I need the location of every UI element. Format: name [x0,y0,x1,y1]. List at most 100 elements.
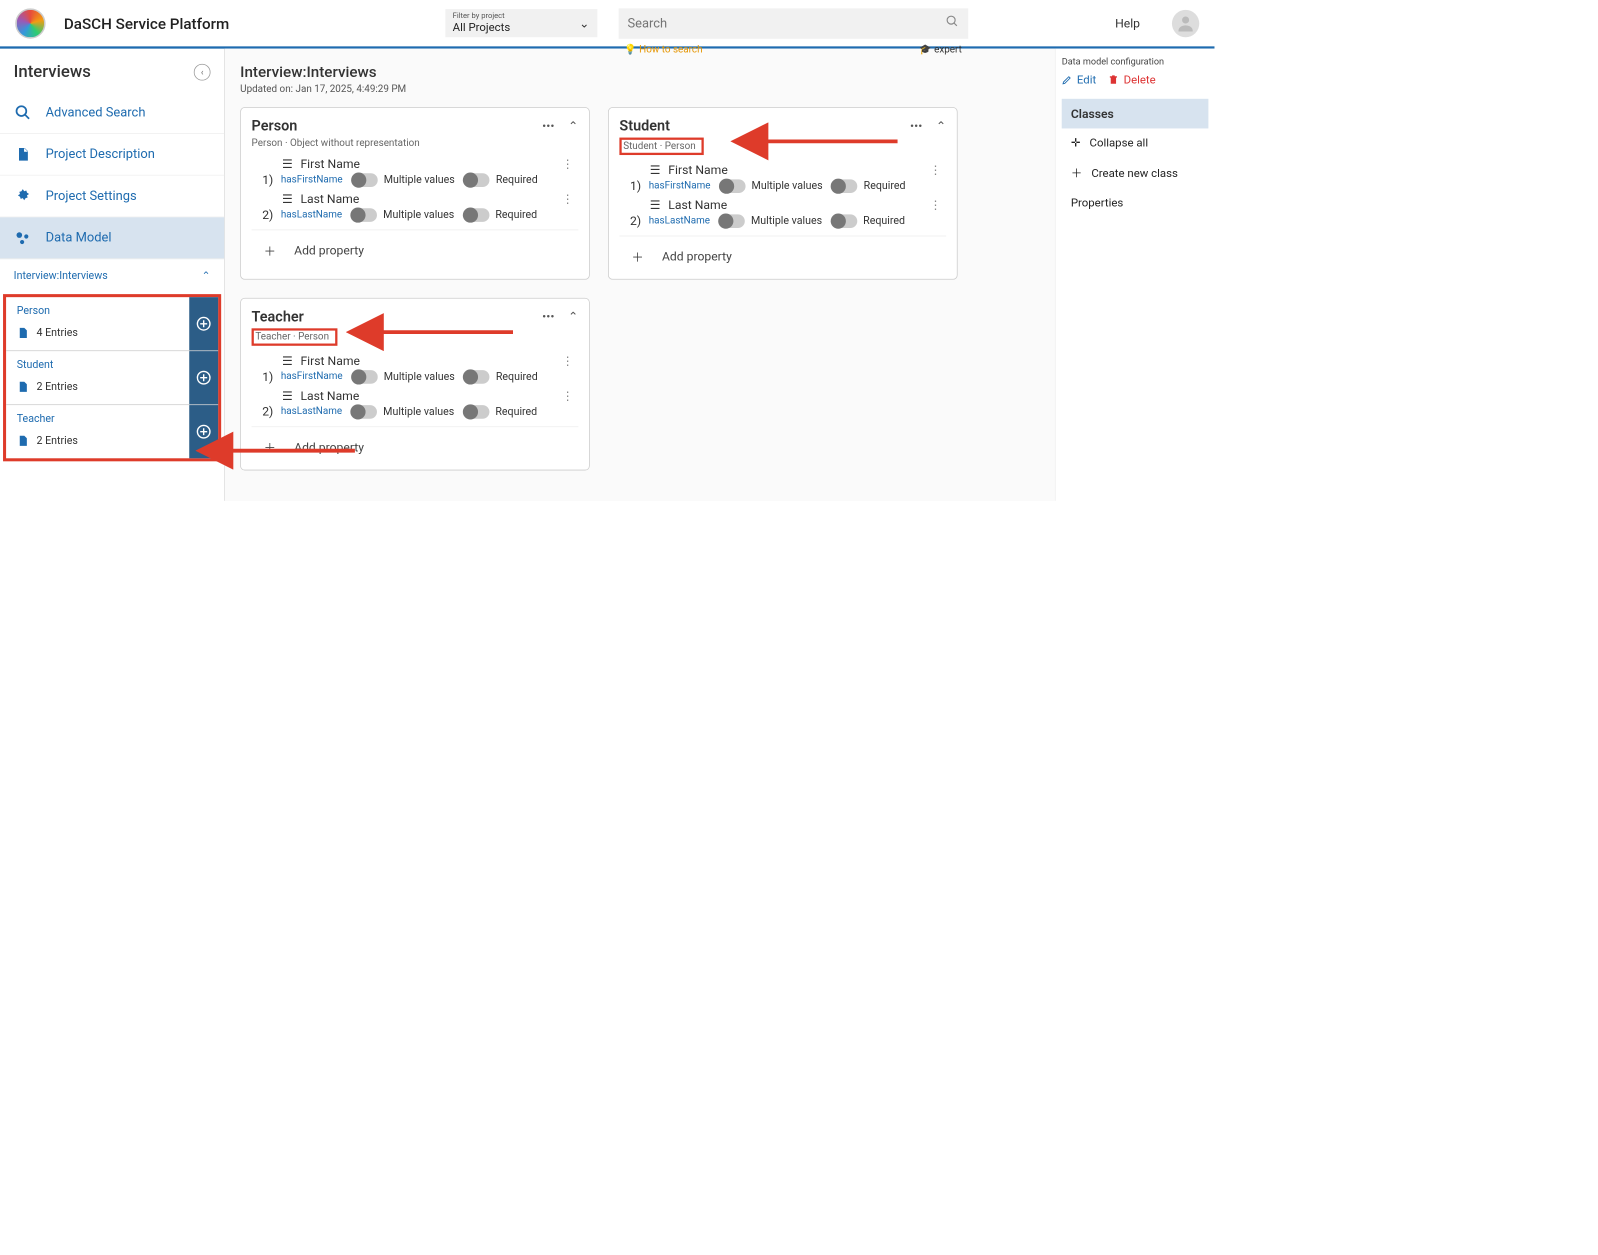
plus-circle-icon [195,315,212,332]
file-icon [17,326,29,340]
toggle-multiple[interactable] [352,370,378,384]
property-menu-icon[interactable]: ⋮ [925,198,946,212]
help-link[interactable]: Help [1115,16,1140,30]
filter-value: All Projects [453,21,511,35]
search-input[interactable] [627,16,945,31]
search-icon[interactable] [945,14,959,31]
toggle-multiple[interactable] [351,405,377,419]
property-ref[interactable]: hasFirstName [649,180,711,191]
document-icon [14,146,32,163]
topbar: DaSCH Service Platform Filter by project… [0,0,1214,49]
property-ref[interactable]: hasFirstName [281,174,343,185]
sidebar-class-teacher[interactable]: Teacher 2 Entries [6,405,218,458]
edit-button[interactable]: Edit [1062,73,1097,87]
how-to-search-link[interactable]: 💡 How to search [624,44,702,55]
property-menu-icon[interactable]: ⋮ [557,157,578,171]
add-property-button[interactable]: ＋ Add property [252,230,579,260]
toggle-required[interactable] [464,173,490,187]
sidebar-item-data-model[interactable]: Data Model [0,217,224,259]
property-menu-icon[interactable]: ⋮ [557,388,578,402]
class-card-person: Person ••• ⌃ Person · Object without rep… [240,107,590,280]
sidebar-class-person[interactable]: Person 4 Entries [6,297,218,351]
sidebar-item-label: Data Model [46,230,112,245]
plus-icon: ＋ [1071,165,1082,181]
add-property-button[interactable]: ＋ Add property [252,426,579,456]
collapse-icon: ✛ [1071,136,1081,150]
property-label: First Name [668,163,917,177]
toggle-multiple[interactable] [719,214,745,228]
sidebar-ontology-header[interactable]: Interview:Interviews ⌃ [0,259,224,292]
class-entries[interactable]: 2 Entries [17,380,179,394]
add-instance-button[interactable] [189,351,218,404]
card-subtitle: Teacher · Person [252,328,338,345]
sidebar-item-label: Project Settings [46,188,137,203]
property-menu-icon[interactable]: ⋮ [925,163,946,177]
class-cards: Person ••• ⌃ Person · Object without rep… [240,107,1040,470]
chevron-up-icon[interactable]: ⌃ [568,309,578,323]
toggle-multiple[interactable] [351,208,377,222]
delete-button[interactable]: Delete [1108,73,1155,87]
rp-classes-header[interactable]: Classes [1062,99,1209,129]
more-icon[interactable]: ••• [910,119,922,133]
toggle-label: Multiple values [383,209,454,221]
rp-create-class[interactable]: ＋ Create new class [1062,157,1209,188]
expert-link[interactable]: 🎓 expert [919,44,962,55]
add-instance-button[interactable] [189,297,218,350]
more-icon[interactable]: ••• [542,309,554,323]
toggle-required[interactable] [463,405,489,419]
property-menu-icon[interactable]: ⋮ [557,192,578,206]
short-text-icon: ☰ [282,388,293,402]
gear-icon [14,188,32,205]
bubbles-icon [14,230,32,247]
main-header: Interview:Interviews Updated on: Jan 17,… [240,59,1040,107]
property-ref[interactable]: hasFirstName [281,371,343,382]
rp-properties-header[interactable]: Properties [1062,188,1209,217]
property-ref[interactable]: hasLastName [281,209,342,220]
short-text-icon: ☰ [650,163,661,177]
search-box[interactable]: 💡 How to search 🎓 expert [618,8,968,38]
card-title: Student [619,117,670,134]
card-title: Person [252,117,298,134]
class-entries[interactable]: 4 Entries [17,326,179,340]
more-icon[interactable]: ••• [542,119,554,133]
sidebar-item-project-settings[interactable]: Project Settings [0,176,224,218]
class-name: Person [17,305,179,317]
short-text-icon: ☰ [650,198,661,212]
project-filter[interactable]: Filter by project All Projects ⌄ [445,9,597,37]
user-avatar[interactable] [1172,10,1199,37]
app-brand: DaSCH Service Platform [64,14,229,32]
short-text-icon: ☰ [282,353,293,367]
rp-header: Data model configuration [1062,56,1209,67]
toggle-label: Multiple values [384,174,455,186]
plus-icon: ＋ [264,438,276,456]
rp-collapse-all[interactable]: ✛ Collapse all [1062,128,1209,157]
toggle-required[interactable] [464,370,490,384]
property-index: 2) [630,214,641,228]
app-logo [15,8,45,38]
search-icon [14,104,32,121]
sidebar-class-student[interactable]: Student 2 Entries [6,351,218,405]
property-index: 1) [262,369,273,383]
add-instance-button[interactable] [189,405,218,458]
chevron-up-icon[interactable]: ⌃ [568,119,578,133]
sidebar: Interviews ‹ Advanced Search Project Des… [0,49,225,501]
class-card-teacher: Teacher ••• ⌃ Teacher · Person ☰ First N… [240,298,590,471]
property-ref[interactable]: hasLastName [649,215,710,226]
toggle-multiple[interactable] [720,179,746,193]
chevron-up-icon[interactable]: ⌃ [936,119,946,133]
toggle-multiple[interactable] [352,173,378,187]
property-index: 1) [630,179,641,193]
sidebar-collapse-button[interactable]: ‹ [194,63,211,80]
card-title: Teacher [252,308,304,325]
toggle-label: Required [495,405,537,417]
toggle-required[interactable] [463,208,489,222]
toggle-required[interactable] [831,214,857,228]
class-entries[interactable]: 2 Entries [17,434,179,448]
property-ref[interactable]: hasLastName [281,406,342,417]
sidebar-item-label: Advanced Search [46,105,146,120]
sidebar-item-advanced-search[interactable]: Advanced Search [0,92,224,134]
add-property-button[interactable]: ＋ Add property [619,236,946,266]
property-menu-icon[interactable]: ⋮ [557,353,578,367]
sidebar-item-project-description[interactable]: Project Description [0,134,224,176]
toggle-required[interactable] [832,179,858,193]
